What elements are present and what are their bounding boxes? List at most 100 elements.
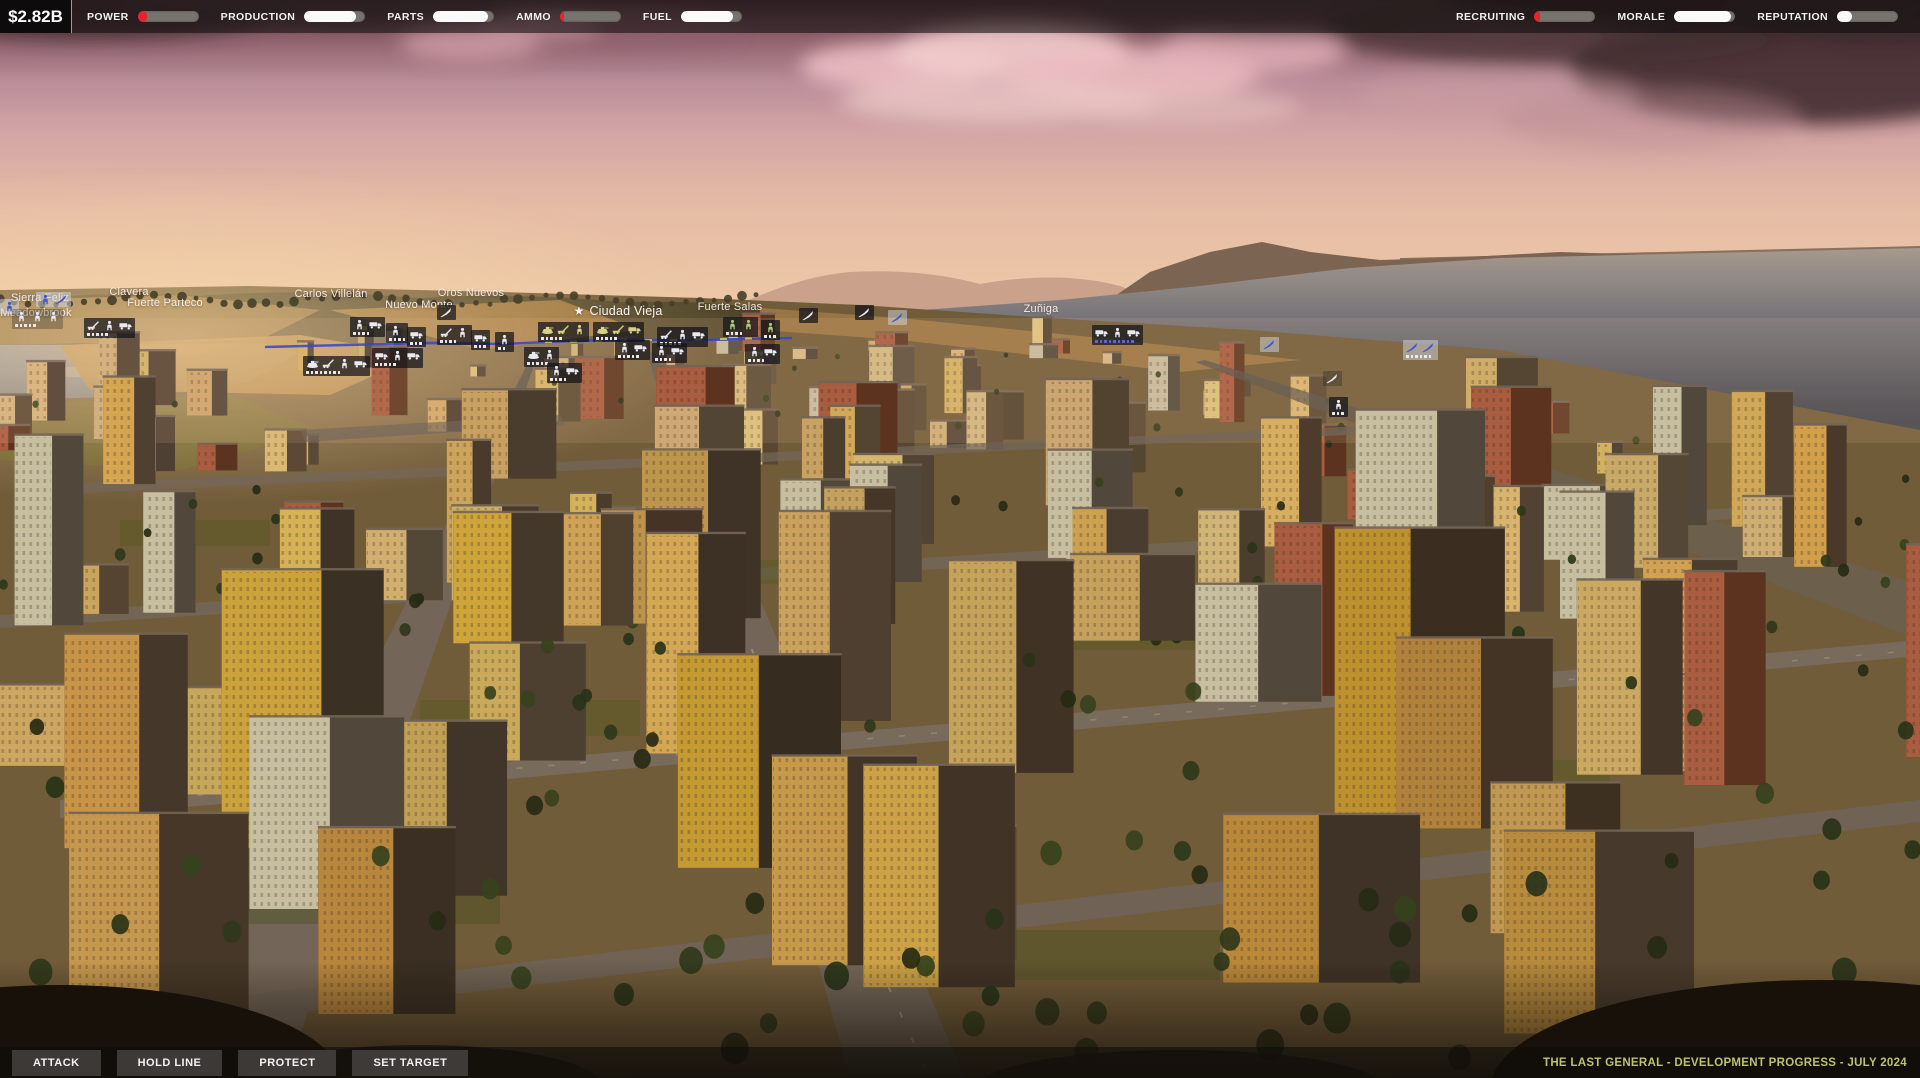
jet-icon: [802, 310, 815, 321]
soldier-icon: [573, 324, 586, 335]
town-name: Ciudad Vieja: [589, 304, 662, 318]
unit-marker[interactable]: [855, 305, 874, 320]
unit-marker[interactable]: [12, 309, 63, 329]
soldier-icon: [39, 294, 52, 305]
unit-marker[interactable]: [547, 363, 582, 383]
tank-icon: [306, 358, 319, 369]
town-label: Fuerte Salas: [698, 301, 763, 313]
meter-label: REPUTATION: [1757, 11, 1828, 23]
unit-marker[interactable]: [593, 322, 644, 342]
command-bar: ATTACKHOLD LINEPROTECTSET TARGET THE LAS…: [0, 1047, 1920, 1078]
meter-morale: MORALE: [1617, 11, 1735, 23]
unit-marker[interactable]: [723, 317, 758, 337]
set-target-button[interactable]: SET TARGET: [352, 1050, 468, 1076]
meter-label: RECRUITING: [1456, 11, 1525, 23]
meter-fill: [560, 11, 564, 22]
jet-icon: [1406, 342, 1419, 353]
town-name: Fuerte Salas: [698, 301, 763, 313]
strength-pips: [389, 338, 405, 341]
meter-fill: [1674, 11, 1731, 22]
jet-icon: [1422, 342, 1435, 353]
meter-production: PRODUCTION: [221, 11, 366, 23]
money-display: $2.82B: [0, 0, 72, 33]
jet-icon: [1263, 339, 1276, 350]
unit-marker[interactable]: [1403, 340, 1438, 360]
artillery-icon: [440, 327, 453, 338]
capital-star-icon: ★: [573, 304, 584, 318]
strength-pips: [474, 345, 486, 348]
unit-marker[interactable]: [372, 348, 423, 368]
strength-pips: [550, 378, 566, 381]
unit-marker[interactable]: [437, 325, 472, 345]
strength-pips: [353, 332, 369, 335]
tank-icon: [541, 324, 554, 335]
unit-marker[interactable]: [615, 340, 650, 360]
strength-pips: [1406, 355, 1431, 358]
meter-fill: [138, 11, 147, 22]
soldier-icon: [103, 320, 116, 331]
soldier-icon: [498, 334, 511, 345]
meter-track: [304, 11, 365, 22]
unit-marker[interactable]: [888, 310, 907, 325]
artillery-icon: [612, 324, 625, 335]
town-label: Fuerte Parteco: [127, 297, 203, 309]
soldier-icon: [389, 325, 402, 336]
truck-icon: [369, 319, 382, 330]
unit-marker[interactable]: [84, 318, 135, 338]
unit-marker[interactable]: [1092, 325, 1143, 345]
meter-fill: [433, 11, 488, 22]
unit-marker[interactable]: [1323, 371, 1342, 386]
jet-icon: [440, 307, 453, 318]
hold-line-button[interactable]: HOLD LINE: [117, 1050, 223, 1076]
soldier-icon: [655, 345, 668, 356]
artillery-icon: [87, 320, 100, 331]
unit-marker[interactable]: [1329, 397, 1348, 417]
meter-track: [1837, 11, 1898, 22]
town-name: Carlos Villelán: [294, 288, 367, 300]
soldier-icon: [391, 350, 404, 361]
tank-icon: [527, 349, 540, 360]
unit-marker[interactable]: [495, 332, 514, 352]
command-buttons: ATTACK HOLD LINE PROTECT SET TARGET: [12, 1050, 484, 1076]
unit-marker[interactable]: [1260, 337, 1279, 352]
unit-marker[interactable]: [538, 322, 589, 342]
soldier-icon: [676, 329, 689, 340]
unit-marker[interactable]: [471, 330, 490, 350]
truck-icon: [410, 329, 423, 340]
strength-pips: [541, 337, 562, 340]
truck-icon: [634, 342, 647, 353]
unit-marker[interactable]: [303, 356, 370, 376]
soldier-icon: [618, 342, 631, 353]
unit-marker[interactable]: [745, 344, 780, 364]
unit-marker[interactable]: [799, 308, 818, 323]
meter-fuel: FUEL: [643, 11, 742, 23]
meter-reputation: REPUTATION: [1757, 11, 1898, 23]
protect-button[interactable]: PROTECT: [238, 1050, 336, 1076]
meter-label: AMMO: [516, 11, 551, 23]
meter-ammo: AMMO: [516, 11, 621, 23]
truck-icon: [119, 320, 132, 331]
truck-icon: [407, 350, 420, 361]
soldier-icon: [31, 311, 44, 322]
strength-pips: [748, 359, 764, 362]
meter-track: [560, 11, 621, 22]
unit-marker[interactable]: [350, 317, 385, 337]
soldier-icon: [456, 327, 469, 338]
soldier-icon: [764, 322, 777, 333]
unit-marker[interactable]: [761, 320, 780, 340]
town-label: ★ Ciudad Vieja: [573, 304, 662, 318]
soldier-icon: [1332, 399, 1345, 410]
meter-fill: [1534, 11, 1539, 22]
unit-marker[interactable]: [386, 323, 408, 343]
resource-bar: $2.82B POWERPRODUCTIONPARTSAMMOFUEL RECR…: [0, 0, 1920, 33]
truck-icon: [354, 358, 367, 369]
soldier-icon: [353, 319, 366, 330]
strength-pips: [655, 358, 671, 361]
unit-marker[interactable]: [36, 292, 71, 307]
unit-marker[interactable]: [407, 327, 426, 347]
unit-marker[interactable]: [437, 305, 456, 320]
attack-button[interactable]: ATTACK: [12, 1050, 101, 1076]
unit-marker[interactable]: [652, 343, 687, 363]
strength-pips: [596, 337, 617, 340]
strength-pips: [726, 332, 742, 335]
